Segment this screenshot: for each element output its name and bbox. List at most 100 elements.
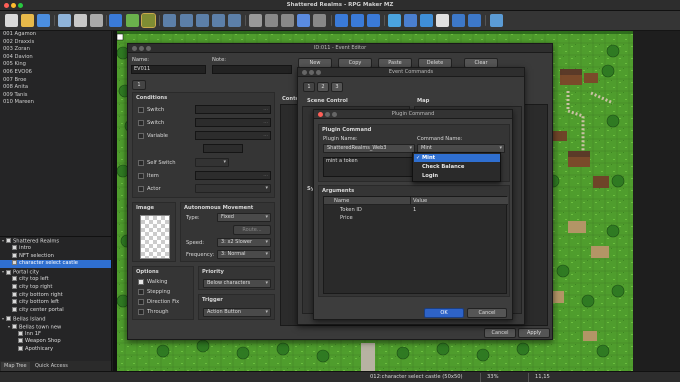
list-item[interactable]: 006 EVO06 — [0, 69, 111, 77]
map-mode-icon[interactable] — [126, 14, 139, 27]
playtest-icon[interactable] — [490, 14, 503, 27]
tree-item[interactable]: city top left — [0, 275, 111, 284]
tree-item[interactable]: ▾ Portal city — [0, 268, 111, 276]
rectangle-icon[interactable] — [265, 14, 278, 27]
zoom-out-icon[interactable] — [351, 14, 364, 27]
tree-item[interactable]: city bottom right — [0, 291, 111, 300]
table-row[interactable]: Token ID 1 — [324, 206, 508, 214]
movement-frequency-select[interactable]: 3: Normal — [217, 250, 271, 259]
command-tab-1[interactable]: 1 — [303, 82, 315, 92]
zoom-window-icon[interactable] — [332, 112, 337, 117]
minimize-window-icon[interactable] — [309, 70, 314, 75]
event-mode-icon[interactable] — [141, 13, 156, 28]
tab-map-tree[interactable]: Map Tree — [1, 362, 30, 371]
zoom-window-icon[interactable] — [316, 70, 321, 75]
open-project-icon[interactable] — [21, 14, 34, 27]
trigger-select[interactable]: Action Button — [203, 308, 271, 317]
stepping-checkbox[interactable] — [138, 289, 144, 295]
ok-button[interactable]: OK — [424, 308, 464, 318]
self-switch-select[interactable] — [195, 158, 229, 167]
switch1-field[interactable]: ... — [195, 105, 271, 114]
plugin-name-select[interactable]: ShatteredRealms_Web3 — [323, 144, 415, 153]
list-item[interactable]: 003 Zoran — [0, 46, 111, 54]
resource-manager-icon[interactable] — [468, 14, 481, 27]
switch1-checkbox[interactable] — [138, 107, 144, 113]
close-window-icon[interactable] — [132, 46, 137, 51]
tree-item[interactable]: ▾ Bellas Island — [0, 315, 111, 323]
switch2-checkbox[interactable] — [138, 120, 144, 126]
direction-fix-checkbox[interactable] — [138, 299, 144, 305]
item-field[interactable]: ... — [195, 171, 271, 180]
character-generator-icon[interactable] — [452, 14, 465, 27]
event-name-field[interactable]: EV011 — [131, 65, 206, 74]
zoom-in-icon[interactable] — [335, 14, 348, 27]
layer-1-icon[interactable] — [163, 14, 176, 27]
paste-icon[interactable] — [90, 14, 103, 27]
pencil-icon[interactable] — [249, 14, 262, 27]
tree-item[interactable]: NFT selection — [0, 252, 111, 261]
event-searcher-icon[interactable] — [436, 14, 449, 27]
actor-select[interactable] — [195, 184, 271, 193]
undo-icon[interactable] — [109, 14, 122, 27]
minimize-window-icon[interactable] — [325, 112, 330, 117]
list-item[interactable]: 009 Tanis — [0, 92, 111, 100]
self-switch-checkbox[interactable] — [138, 160, 144, 166]
variable-checkbox[interactable] — [138, 133, 144, 139]
close-window-icon[interactable] — [302, 70, 307, 75]
tab-page-1[interactable]: 1 — [132, 80, 146, 90]
tree-item[interactable]: city bottom left — [0, 299, 111, 307]
list-item[interactable]: 010 Mareen — [0, 99, 111, 107]
variable-value-field[interactable] — [203, 144, 243, 153]
dropdown-option-check-balance[interactable]: Check Balance — [414, 163, 500, 171]
tree-item[interactable]: ▾ Bellas town new — [0, 323, 111, 331]
list-item[interactable]: 001 Agamon — [0, 31, 111, 39]
list-item[interactable]: 005 King — [0, 61, 111, 69]
fill-icon[interactable] — [297, 14, 310, 27]
tree-item[interactable]: Apothicary — [0, 346, 111, 354]
tree-item[interactable]: Weapon Shop — [0, 338, 111, 346]
layer-2-icon[interactable] — [180, 14, 193, 27]
zoom-window-icon[interactable] — [146, 46, 151, 51]
copy-icon[interactable] — [74, 14, 87, 27]
movement-speed-select[interactable]: 3: x2 Slower — [217, 238, 271, 247]
layer-4-icon[interactable] — [212, 14, 225, 27]
switch2-field[interactable]: ... — [195, 118, 271, 127]
list-item[interactable]: 008 Anita — [0, 84, 111, 92]
event-image-preview[interactable] — [140, 215, 170, 259]
save-project-icon[interactable] — [37, 14, 50, 27]
database-icon[interactable] — [388, 14, 401, 27]
dropdown-option-login[interactable]: Login — [414, 172, 500, 180]
actor-checkbox[interactable] — [138, 186, 144, 192]
list-item[interactable]: 004 Davion — [0, 54, 111, 62]
command-tab-3[interactable]: 3 — [331, 82, 343, 92]
tree-item[interactable]: city center portal — [0, 307, 111, 315]
sound-test-icon[interactable] — [420, 14, 433, 27]
command-tab-2[interactable]: 2 — [317, 82, 329, 92]
priority-select[interactable]: Below characters — [203, 279, 271, 288]
close-window-icon[interactable] — [318, 112, 323, 117]
cancel-button[interactable]: Cancel — [467, 308, 507, 318]
item-checkbox[interactable] — [138, 173, 144, 179]
event-note-field[interactable] — [212, 65, 292, 74]
list-item[interactable]: 002 Draxxis — [0, 39, 111, 47]
dropdown-option-mint[interactable]: ✓ Mint — [414, 154, 500, 162]
layer-3-icon[interactable] — [196, 14, 209, 27]
tree-item[interactable]: character select castle — [0, 260, 111, 269]
walking-checkbox[interactable] — [138, 279, 144, 285]
list-item[interactable]: 007 Broe — [0, 77, 111, 85]
event-editor-cancel-button[interactable]: Cancel — [484, 328, 516, 338]
tab-quick-access[interactable]: Quick Access — [32, 362, 71, 371]
tree-item[interactable]: Inn 1F — [0, 330, 111, 339]
arguments-table[interactable]: Name Value Token ID 1 Price — [323, 196, 508, 294]
tree-item[interactable]: city top right — [0, 283, 111, 292]
movement-type-select[interactable]: Fixed — [217, 213, 271, 222]
minimize-window-icon[interactable] — [139, 46, 144, 51]
event-editor-apply-button[interactable]: Apply — [518, 328, 550, 338]
route-button[interactable]: Route... — [233, 225, 271, 235]
tree-item[interactable]: ▾ Shattered Realms — [0, 237, 111, 245]
shadow-pen-icon[interactable] — [313, 14, 326, 27]
through-checkbox[interactable] — [138, 309, 144, 315]
region-layer-icon[interactable] — [228, 14, 241, 27]
plugin-manager-icon[interactable] — [404, 14, 417, 27]
new-project-icon[interactable] — [5, 14, 18, 27]
